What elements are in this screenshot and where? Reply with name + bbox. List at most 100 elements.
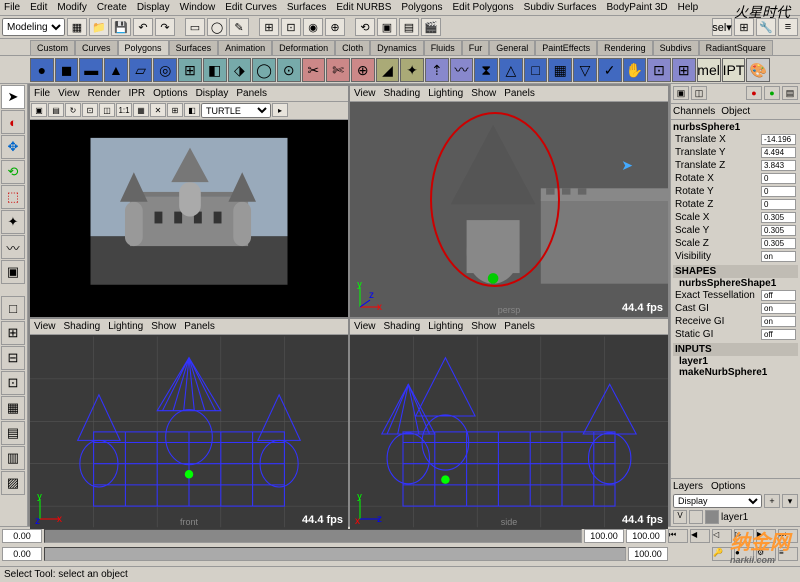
menu-subdiv[interactable]: Subdiv Surfaces <box>524 2 597 13</box>
rp-i5-icon[interactable]: ▤ <box>782 86 798 100</box>
attr-rx-val[interactable]: 0 <box>761 173 796 184</box>
sv-view[interactable]: View <box>354 321 376 332</box>
shelf-smooth-icon[interactable]: ◯ <box>252 58 276 82</box>
layout3-icon[interactable]: ▦ <box>1 396 25 420</box>
menu-surfaces[interactable]: Surfaces <box>287 2 326 13</box>
attr-recvgi-val[interactable]: on <box>761 316 796 327</box>
menu-modify[interactable]: Modify <box>57 2 86 13</box>
play-back-icon[interactable]: ◁ <box>712 529 732 543</box>
shelf-tab-general[interactable]: General <box>489 40 535 55</box>
shelf-mel-icon[interactable]: mel <box>697 58 721 82</box>
side-canvas[interactable]: yzx side 44.4 fps <box>350 335 668 529</box>
shelf-combine-icon[interactable]: ⊞ <box>178 58 202 82</box>
sv-shading[interactable]: Shading <box>384 321 421 332</box>
shelf-cube-icon[interactable]: ◼ <box>55 58 79 82</box>
layout4-icon[interactable]: ▤ <box>1 421 25 445</box>
pv-shading[interactable]: Shading <box>384 88 421 99</box>
menu-file[interactable]: File <box>4 2 20 13</box>
persp-canvas[interactable]: ➤ yxz persp 44.4 fps <box>350 102 668 317</box>
rv-ratio-icon[interactable]: 1:1 <box>116 103 132 117</box>
shelf-tab-fur[interactable]: Fur <box>462 40 490 55</box>
fv-view[interactable]: View <box>34 321 56 332</box>
tb-history-icon[interactable]: ⟲ <box>355 18 375 36</box>
shelf-extrude-icon[interactable]: ⬗ <box>228 58 252 82</box>
tb-redo-icon[interactable]: ↷ <box>155 18 175 36</box>
layer-type-toggle[interactable] <box>689 510 703 524</box>
menu-create[interactable]: Create <box>97 2 127 13</box>
rv-display[interactable]: Display <box>196 88 229 99</box>
time-end-input[interactable] <box>584 529 624 543</box>
layout5-icon[interactable]: ▥ <box>1 446 25 470</box>
shelf-tab-surfaces[interactable]: Surfaces <box>169 40 219 55</box>
rp-i3-icon[interactable]: ● <box>746 86 762 100</box>
fv-shading[interactable]: Shading <box>64 321 101 332</box>
attr-castgi-val[interactable]: on <box>761 303 796 314</box>
fv-lighting[interactable]: Lighting <box>108 321 143 332</box>
tb-snap1-icon[interactable]: ⊞ <box>259 18 279 36</box>
attr-rz-val[interactable]: 0 <box>761 199 796 210</box>
select-tool-icon[interactable]: ➤ <box>1 85 25 109</box>
single-view-icon[interactable]: □ <box>1 296 25 320</box>
sv-show[interactable]: Show <box>471 321 496 332</box>
shelf-cleanup-icon[interactable]: ✓ <box>598 58 622 82</box>
menu-help[interactable]: Help <box>678 2 699 13</box>
render-canvas[interactable] <box>30 120 348 317</box>
layer-vis-toggle[interactable]: V <box>673 510 687 524</box>
menu-bodypaint[interactable]: BodyPaint 3D <box>607 2 668 13</box>
layer-color-swatch[interactable] <box>705 510 719 524</box>
play-prev-icon[interactable]: ◀ <box>690 529 710 543</box>
shelf-bevel-icon[interactable]: ◢ <box>376 58 400 82</box>
shelf-reduce-icon[interactable]: ▽ <box>573 58 597 82</box>
menu-window[interactable]: Window <box>180 2 216 13</box>
menu-polygons[interactable]: Polygons <box>401 2 442 13</box>
shelf-proj-icon[interactable]: ⊞ <box>672 58 696 82</box>
shape-name[interactable]: nurbsSphereShape1 <box>673 278 798 289</box>
layer-new-icon[interactable]: + <box>764 494 780 508</box>
tab-object[interactable]: Object <box>721 106 750 117</box>
input-layer1[interactable]: layer1 <box>673 356 798 367</box>
renderer-select[interactable]: TURTLE <box>201 103 271 118</box>
shelf-tab-deformation[interactable]: Deformation <box>272 40 335 55</box>
menu-display[interactable]: Display <box>137 2 170 13</box>
time-start-input[interactable] <box>2 529 42 543</box>
tb-undo-icon[interactable]: ↶ <box>133 18 153 36</box>
fv-show[interactable]: Show <box>151 321 176 332</box>
layout6-icon[interactable]: ▨ <box>1 471 25 495</box>
rp-i2-icon[interactable]: ◫ <box>691 86 707 100</box>
rv-options[interactable]: Options <box>153 88 187 99</box>
shelf-tab-custom[interactable]: Custom <box>30 40 75 55</box>
manipulator-tool-icon[interactable]: ✦ <box>1 210 25 234</box>
sv-panels[interactable]: Panels <box>504 321 535 332</box>
tb-ipr-icon[interactable]: ▤ <box>399 18 419 36</box>
rv-btn1-icon[interactable]: ▣ <box>31 103 47 117</box>
layer-opt-icon[interactable]: ▾ <box>782 494 798 508</box>
shelf-split-icon[interactable]: ✂ <box>302 58 326 82</box>
shelf-tab-animation[interactable]: Animation <box>218 40 272 55</box>
time-slider[interactable] <box>44 529 582 543</box>
shelf-tab-curves[interactable]: Curves <box>75 40 118 55</box>
shelf-tab-rendering[interactable]: Rendering <box>597 40 653 55</box>
rp-i1-icon[interactable]: ▣ <box>673 86 689 100</box>
fv-panels[interactable]: Panels <box>184 321 215 332</box>
shelf-sculpt-icon[interactable]: ✋ <box>623 58 647 82</box>
shelf-sphere-icon[interactable]: ● <box>30 58 54 82</box>
attr-sx-val[interactable]: 0.305 <box>761 212 796 223</box>
shelf-tab-painteffects[interactable]: PaintEffects <box>535 40 597 55</box>
rv-btn9-icon[interactable]: ◧ <box>184 103 200 117</box>
attr-tz-val[interactable]: 3.843 <box>761 160 796 171</box>
layers-options-tab[interactable]: Options <box>711 481 745 492</box>
menu-editnurbs[interactable]: Edit NURBS <box>336 2 391 13</box>
tb-renderframe-icon[interactable]: 🎬 <box>421 18 441 36</box>
rotate-tool-icon[interactable]: ⟲ <box>1 160 25 184</box>
pv-view[interactable]: View <box>354 88 376 99</box>
shelf-mirror-icon[interactable]: ⧗ <box>474 58 498 82</box>
tab-channels[interactable]: Channels <box>673 106 715 117</box>
input-makenurbsphere[interactable]: makeNurbSphere1 <box>673 367 798 378</box>
menu-edit[interactable]: Edit <box>30 2 47 13</box>
rv-btn5-icon[interactable]: ◫ <box>99 103 115 117</box>
layer-name[interactable]: layer1 <box>721 512 748 523</box>
tb-lasso-icon[interactable]: ◯ <box>207 18 227 36</box>
shelf-poke-icon[interactable]: ✦ <box>400 58 424 82</box>
shelf-uv-icon[interactable]: ⊡ <box>647 58 671 82</box>
sv-lighting[interactable]: Lighting <box>428 321 463 332</box>
